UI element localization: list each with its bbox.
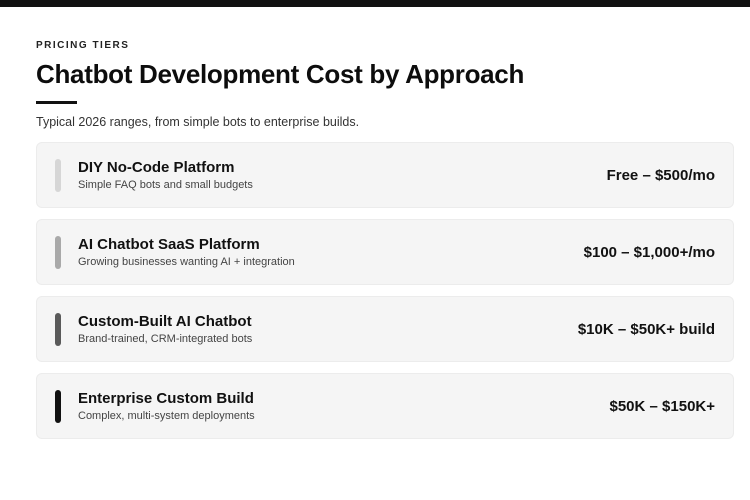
tier-name: AI Chatbot SaaS Platform	[78, 236, 260, 253]
section-eyebrow: PRICING TIERS	[36, 40, 130, 51]
tier-accent-bar	[55, 390, 61, 423]
tier-price: $100 – $1,000+/mo	[583, 244, 715, 261]
tier-card-diy-no-code: DIY No-Code Platform Simple FAQ bots and…	[36, 142, 734, 208]
page-title: Chatbot Development Cost by Approach	[36, 59, 525, 89]
tier-accent-bar	[55, 159, 61, 192]
tier-name: Enterprise Custom Build	[78, 390, 254, 407]
tier-price: Free – $500/mo	[606, 167, 715, 184]
tier-name: Custom-Built AI Chatbot	[78, 313, 252, 330]
title-underline	[36, 101, 77, 104]
tier-description: Simple FAQ bots and small budgets	[78, 179, 253, 191]
tier-accent-bar	[55, 236, 61, 269]
tier-name: DIY No-Code Platform	[78, 159, 235, 176]
tier-price: $10K – $50K+ build	[577, 321, 715, 338]
pricing-section: PRICING TIERS Chatbot Development Cost b…	[36, 40, 734, 450]
tier-list: DIY No-Code Platform Simple FAQ bots and…	[36, 142, 734, 439]
tier-card-custom-built: Custom-Built AI Chatbot Brand-trained, C…	[36, 296, 734, 362]
tier-description: Complex, multi-system deployments	[78, 410, 255, 422]
tier-card-ai-saas: AI Chatbot SaaS Platform Growing busines…	[36, 219, 734, 285]
page-subtitle: Typical 2026 ranges, from simple bots to…	[36, 115, 360, 129]
tier-card-enterprise: Enterprise Custom Build Complex, multi-s…	[36, 373, 734, 439]
tier-description: Growing businesses wanting AI + integrat…	[78, 256, 295, 268]
tier-accent-bar	[55, 313, 61, 346]
tier-price: $50K – $150K+	[609, 398, 716, 415]
tier-description: Brand-trained, CRM-integrated bots	[78, 333, 253, 345]
top-accent-bar	[0, 0, 750, 7]
